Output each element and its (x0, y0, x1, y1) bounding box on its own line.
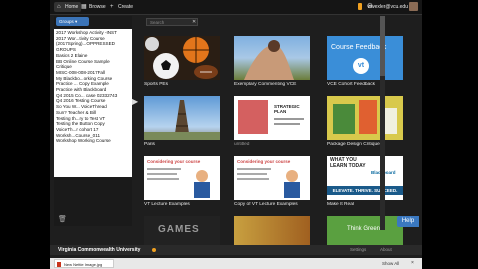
thread-thumbnail[interactable] (234, 36, 310, 80)
footer: Virginia Commonwealth University Setting… (50, 245, 422, 255)
download-bar: New Nettie Image.jpg Show All × (50, 258, 422, 269)
groups-sidebar: Groups ▾ 2017 Workshop Activity -INST 20… (54, 16, 132, 226)
scrollbar-thumb[interactable] (380, 16, 385, 76)
thread-tile[interactable]: Considering your course Copy of VT Lectu… (234, 156, 310, 208)
grid-icon: ▦ (81, 4, 87, 10)
list-item[interactable]: Workshop Working Course (56, 138, 130, 144)
thread-thumbnail[interactable]: Course Feedback vt (327, 36, 403, 80)
notification-icon[interactable] (358, 3, 362, 10)
thread-tile[interactable] (234, 216, 310, 246)
thread-tile[interactable]: Considering your course VT Lecture Examp… (144, 156, 220, 208)
thread-thumbnail[interactable]: Considering your course (234, 156, 310, 200)
thread-tile[interactable]: WHAT YOU LEARN TODAY Blackboard ELEVATE.… (327, 156, 403, 208)
thread-thumbnail[interactable] (327, 96, 403, 140)
user-email[interactable]: wwexler@vcu.edu (367, 2, 408, 12)
status-dot (152, 248, 156, 252)
create-button[interactable]: + Create (110, 2, 133, 12)
about-link[interactable]: About (380, 246, 392, 254)
eiffel-tower-image (144, 100, 220, 140)
trash-icon[interactable]: 🗑 (58, 216, 67, 224)
thread-tile[interactable]: GAMES (144, 216, 220, 246)
download-item[interactable]: New Nettie Image.jpg (54, 259, 114, 268)
thread-tile[interactable]: STRATEGIC PLAN untitled (234, 96, 310, 148)
thread-thumbnail[interactable]: GAMES (144, 216, 220, 246)
scrollbar[interactable] (380, 16, 385, 230)
home-icon: ⌂ (57, 4, 61, 10)
thread-tile[interactable]: Package Design Critique (327, 96, 403, 148)
thread-tile[interactable]: Sports PEs (144, 36, 220, 88)
home-button[interactable]: ⌂ Home (54, 2, 82, 12)
show-all-button[interactable]: Show All (382, 259, 399, 268)
close-icon[interactable]: ✕ (192, 18, 196, 26)
thread-thumbnail[interactable] (234, 216, 310, 246)
thread-thumbnail[interactable] (144, 96, 220, 140)
top-nav-bar: ⌂ Home ▦ Browse + Create ⚙ wwexler@vcu.edu (50, 0, 422, 15)
sports-balls-image (145, 37, 218, 79)
close-icon[interactable]: × (411, 259, 414, 268)
plus-icon: + (110, 4, 114, 10)
browse-button[interactable]: ▦ Browse (81, 2, 106, 12)
group-list: 2017 Workshop Activity -INST 2017 Wor...… (54, 29, 132, 177)
voicethread-app: ⌂ Home ▦ Browse + Create ⚙ wwexler@vcu.edu … (50, 0, 422, 269)
avatar[interactable] (409, 2, 418, 11)
help-button[interactable]: Help (397, 216, 419, 227)
thread-thumbnail[interactable]: Think Green (327, 216, 403, 246)
thread-tile[interactable]: Think Green (327, 216, 403, 246)
thread-thumbnail[interactable]: STRATEGIC PLAN (234, 96, 310, 140)
settings-link[interactable]: Settings (350, 246, 366, 254)
collapse-arrow-icon[interactable]: ▶ (132, 98, 138, 106)
groups-dropdown[interactable]: Groups ▾ (56, 17, 89, 26)
thread-tile[interactable]: Exemplary Commenting VCE (234, 36, 310, 88)
thread-thumbnail[interactable] (144, 36, 220, 80)
person-image (244, 40, 294, 80)
thread-thumbnail[interactable]: Considering your course (144, 156, 220, 200)
university-name: Virginia Commonwealth University (58, 247, 141, 253)
search-input[interactable]: Search (146, 18, 198, 26)
thread-tile[interactable]: Course Feedback vt VCE Cohort Feedback (327, 36, 403, 88)
package-image (333, 100, 397, 134)
thread-grid: Search ✕ ▶ Sports PEs Exemplary Commenti… (132, 16, 416, 246)
voicethread-logo: vt (353, 58, 369, 74)
thread-tile[interactable]: Paris (144, 96, 220, 148)
thread-thumbnail[interactable]: WHAT YOU LEARN TODAY Blackboard ELEVATE.… (327, 156, 403, 200)
